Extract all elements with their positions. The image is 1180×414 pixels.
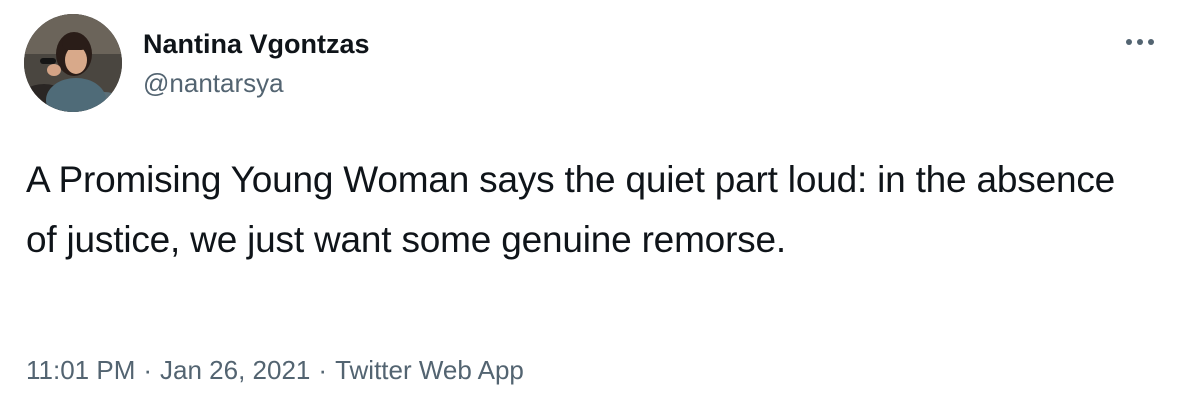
tweet-metadata: 11:01 PM · Jan 26, 2021 · Twitter Web App (26, 352, 524, 388)
tweet-date[interactable]: Jan 26, 2021 (160, 355, 310, 385)
more-horizontal-icon (1126, 39, 1154, 45)
author-handle[interactable]: @nantarsya (143, 67, 284, 99)
tweet-time[interactable]: 11:01 PM (26, 355, 135, 385)
profile-photo-icon (24, 14, 122, 112)
more-options-button[interactable] (1118, 30, 1162, 54)
tweet-card: Nantina Vgontzas @nantarsya A Promising … (0, 0, 1180, 414)
meta-separator: · (318, 355, 328, 385)
meta-separator: · (143, 355, 153, 385)
tweet-source-link[interactable]: Twitter Web App (335, 355, 524, 385)
author-display-name[interactable]: Nantina Vgontzas (143, 28, 370, 60)
tweet-text: A Promising Young Woman says the quiet p… (26, 159, 1115, 260)
author-avatar[interactable] (24, 14, 122, 112)
